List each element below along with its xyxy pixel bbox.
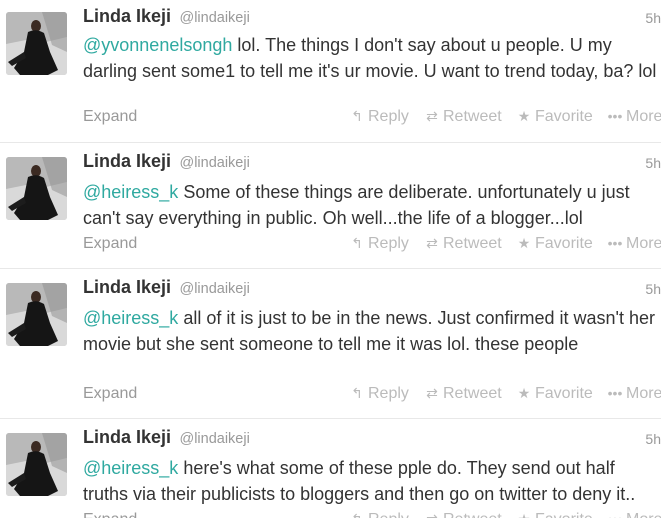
- avatar[interactable]: [6, 283, 67, 346]
- avatar-photo: [6, 157, 67, 220]
- tweet-header: Linda Ikeji @lindaikeji: [83, 6, 250, 30]
- tweet-stream: Linda Ikeji @lindaikeji 5h @yvonnenelson…: [0, 0, 661, 518]
- fullname[interactable]: Linda Ikeji: [83, 151, 171, 171]
- tweet-item[interactable]: Linda Ikeji @lindaikeji 5h @yvonnenelson…: [0, 0, 661, 143]
- retweet-icon: ⇄: [426, 235, 438, 251]
- username[interactable]: @lindaikeji: [179, 155, 249, 171]
- tweet-actions: Expand ↰ Reply ⇄ Retweet ★Favorite •••More: [83, 235, 661, 255]
- fullname[interactable]: Linda Ikeji: [83, 427, 171, 447]
- timestamp[interactable]: 5h: [645, 281, 661, 297]
- mention-link[interactable]: @heiress_k: [83, 182, 178, 202]
- retweet-button[interactable]: ⇄ Retweet: [424, 385, 502, 403]
- expand-link[interactable]: Expand: [83, 385, 137, 403]
- tweet-item[interactable]: Linda Ikeji @lindaikeji 5h @heiress_k So…: [0, 143, 661, 269]
- favorite-label: Favorite: [535, 235, 593, 252]
- mention-link[interactable]: @heiress_k: [83, 308, 178, 328]
- retweet-button[interactable]: ⇄ Retweet: [424, 235, 502, 253]
- tweet-item[interactable]: Linda Ikeji @lindaikeji 5h @heiress_k he…: [0, 419, 661, 518]
- timestamp[interactable]: 5h: [645, 155, 661, 171]
- ellipsis-icon: •••: [607, 385, 623, 401]
- timestamp[interactable]: 5h: [645, 431, 661, 447]
- retweet-label: Retweet: [443, 108, 502, 125]
- avatar-photo: [6, 12, 67, 75]
- tweet-text: @yvonnenelsongh lol. The things I don't …: [83, 32, 661, 84]
- retweet-label: Retweet: [443, 511, 502, 518]
- more-label: More: [626, 511, 661, 518]
- favorite-button[interactable]: ★Favorite: [516, 511, 593, 518]
- reply-arrow-icon: ↰: [351, 108, 363, 124]
- reply-button[interactable]: ↰Reply: [349, 511, 409, 518]
- more-button[interactable]: •••More: [607, 108, 661, 126]
- tweet-item[interactable]: Linda Ikeji @lindaikeji 5h @heiress_k al…: [0, 269, 661, 419]
- expand-link[interactable]: Expand: [83, 108, 137, 126]
- tweet-actions: Expand ↰ Reply ⇄ Retweet ★Favorite •••More: [83, 385, 661, 405]
- mention-link[interactable]: @heiress_k: [83, 458, 178, 478]
- username[interactable]: @lindaikeji: [179, 10, 249, 26]
- avatar-photo: [6, 433, 67, 496]
- favorite-label: Favorite: [535, 108, 593, 125]
- reply-arrow-icon: ↰: [349, 511, 365, 518]
- expand-link[interactable]: Expand: [83, 511, 137, 518]
- tweet-text: @heiress_k here's what some of these ppl…: [83, 455, 661, 507]
- fullname[interactable]: Linda Ikeji: [83, 6, 171, 26]
- tweet-actions: Expand ↰ Reply ⇄ Retweet ★Favorite •••More: [83, 108, 661, 128]
- tweet-header: Linda Ikeji @lindaikeji: [83, 277, 250, 301]
- star-icon: ★: [517, 108, 531, 124]
- reply-label: Reply: [368, 385, 409, 402]
- favorite-label: Favorite: [535, 385, 593, 402]
- more-button[interactable]: •••More: [607, 511, 661, 518]
- retweet-icon: ⇄: [426, 385, 438, 401]
- reply-button[interactable]: ↰ Reply: [349, 235, 409, 253]
- username[interactable]: @lindaikeji: [179, 281, 249, 297]
- reply-label: Reply: [368, 511, 409, 518]
- ellipsis-icon: •••: [607, 108, 623, 124]
- avatar[interactable]: [6, 12, 67, 75]
- favorite-button[interactable]: ★Favorite: [516, 385, 593, 403]
- tweet-text: @heiress_k Some of these things are deli…: [83, 179, 661, 231]
- avatar-photo: [6, 283, 67, 346]
- more-button[interactable]: •••More: [607, 385, 661, 403]
- reply-button[interactable]: ↰ Reply: [349, 385, 409, 403]
- retweet-button[interactable]: ⇄Retweet: [424, 511, 502, 518]
- retweet-icon: ⇄: [424, 511, 440, 518]
- retweet-label: Retweet: [443, 235, 502, 252]
- tweet-header: Linda Ikeji @lindaikeji: [83, 427, 250, 451]
- favorite-button[interactable]: ★Favorite: [516, 108, 593, 126]
- retweet-button[interactable]: ⇄ Retweet: [424, 108, 502, 126]
- retweet-label: Retweet: [443, 385, 502, 402]
- reply-arrow-icon: ↰: [351, 235, 363, 251]
- star-icon: ★: [517, 235, 531, 251]
- avatar[interactable]: [6, 433, 67, 496]
- expand-link[interactable]: Expand: [83, 235, 137, 253]
- reply-label: Reply: [368, 108, 409, 125]
- ellipsis-icon: •••: [607, 235, 623, 251]
- star-icon: ★: [517, 385, 531, 401]
- retweet-icon: ⇄: [426, 108, 438, 124]
- tweet-header: Linda Ikeji @lindaikeji: [83, 151, 250, 175]
- reply-button[interactable]: ↰ Reply: [349, 108, 409, 126]
- reply-arrow-icon: ↰: [351, 385, 363, 401]
- favorite-button[interactable]: ★Favorite: [516, 235, 593, 253]
- username[interactable]: @lindaikeji: [179, 431, 249, 447]
- mention-link[interactable]: @yvonnenelsongh: [83, 35, 232, 55]
- more-label: More: [626, 385, 661, 402]
- ellipsis-icon: •••: [607, 511, 623, 518]
- tweet-text: @heiress_k all of it is just to be in th…: [83, 305, 661, 357]
- more-button[interactable]: •••More: [607, 235, 661, 253]
- reply-label: Reply: [368, 235, 409, 252]
- more-label: More: [626, 108, 661, 125]
- star-icon: ★: [516, 511, 532, 518]
- favorite-label: Favorite: [535, 511, 593, 518]
- avatar[interactable]: [6, 157, 67, 220]
- tweet-actions: Expand ↰Reply ⇄Retweet ★Favorite •••More: [83, 511, 661, 518]
- fullname[interactable]: Linda Ikeji: [83, 277, 171, 297]
- more-label: More: [626, 235, 661, 252]
- timestamp[interactable]: 5h: [645, 10, 661, 26]
